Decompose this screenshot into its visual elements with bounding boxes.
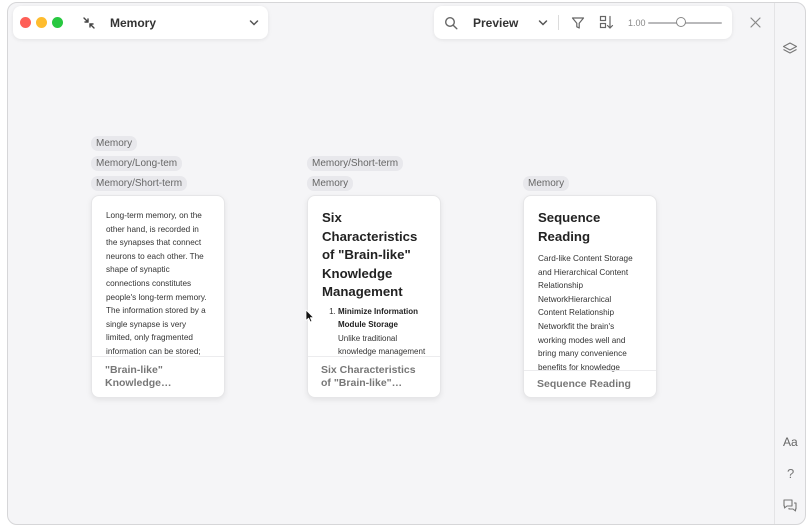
tag-chip[interactable]: Memory: [91, 136, 138, 151]
close-icon[interactable]: [750, 17, 761, 28]
layers-icon[interactable]: [782, 41, 798, 57]
chat-icon[interactable]: [782, 497, 798, 513]
note-card[interactable]: Sequence Reading Card-like Content Stora…: [523, 195, 657, 398]
card-content: Sequence Reading Card-like Content Stora…: [524, 196, 656, 372]
card-footer-text: Sequence Reading: [537, 378, 631, 390]
help-icon[interactable]: ?: [787, 466, 794, 481]
sidebar-divider: [774, 3, 775, 524]
card-heading: Sequence Reading: [538, 210, 601, 244]
card-footer-text: "Brain-like" Knowledge Management: [105, 364, 163, 389]
note-card[interactable]: Long-term memory, on the other hand, is …: [91, 195, 225, 398]
list-item: Minimize Information Module Storage Unli…: [338, 305, 426, 359]
note-card[interactable]: Six Characteristics of "Brain-like" Know…: [307, 195, 441, 398]
card-heading: Six Characteristics of "Brain-like" Know…: [322, 210, 418, 299]
list-item-text: Unlike traditional knowledge management: [338, 333, 426, 357]
sort-icon[interactable]: [599, 15, 614, 30]
card-footer-title: Six Characteristics of "Brain-like" Know…: [308, 356, 440, 397]
tag-chip[interactable]: Memory/Short-term: [307, 156, 404, 171]
mouse-cursor-icon: [305, 309, 314, 323]
toolbar-divider: [558, 15, 559, 30]
card-footer-title: "Brain-like" Knowledge Management: [92, 356, 224, 397]
tag-chip[interactable]: Memory/Short-term: [91, 176, 188, 191]
tag-chip[interactable]: Memory: [523, 176, 570, 191]
zoom-slider-thumb[interactable]: [676, 17, 687, 27]
zoom-level-label: 1.00: [628, 18, 646, 28]
font-settings-icon[interactable]: Aa: [783, 435, 798, 449]
card-footer-title: Sequence Reading: [524, 370, 656, 397]
document-toolbar: Memory: [13, 6, 268, 39]
card-body-text: Long-term memory, on the other hand, is …: [106, 211, 207, 356]
card-content: Six Characteristics of "Brain-like" Know…: [308, 196, 440, 358]
search-icon[interactable]: [444, 16, 458, 30]
window-zoom-button[interactable]: [52, 17, 63, 28]
tag-chip[interactable]: Memory/Long-tem: [91, 156, 183, 171]
window-close-button[interactable]: [20, 17, 31, 28]
chevron-down-icon[interactable]: [249, 18, 259, 28]
filter-icon[interactable]: [571, 16, 585, 30]
view-mode-select[interactable]: Preview: [473, 16, 518, 30]
collapse-icon[interactable]: [82, 16, 96, 30]
card-body-text: Card-like Content Storage and Hierarchic…: [538, 254, 633, 372]
card-list: Minimize Information Module Storage Unli…: [322, 305, 426, 359]
tag-chip[interactable]: Memory: [307, 176, 354, 191]
zoom-slider[interactable]: [648, 17, 722, 29]
card-footer-text: Six Characteristics of "Brain-like" Know…: [321, 364, 416, 389]
document-title[interactable]: Memory: [110, 16, 156, 30]
card-content: Long-term memory, on the other hand, is …: [92, 196, 224, 358]
view-toolbar: Preview 1.00: [434, 6, 732, 39]
app-window: Memory Preview 1.00 Aa ? Memory Memory/L…: [7, 2, 806, 525]
list-item-title: Minimize Information Module Storage: [338, 306, 418, 330]
chevron-down-icon[interactable]: [538, 18, 548, 28]
window-minimize-button[interactable]: [36, 17, 47, 28]
